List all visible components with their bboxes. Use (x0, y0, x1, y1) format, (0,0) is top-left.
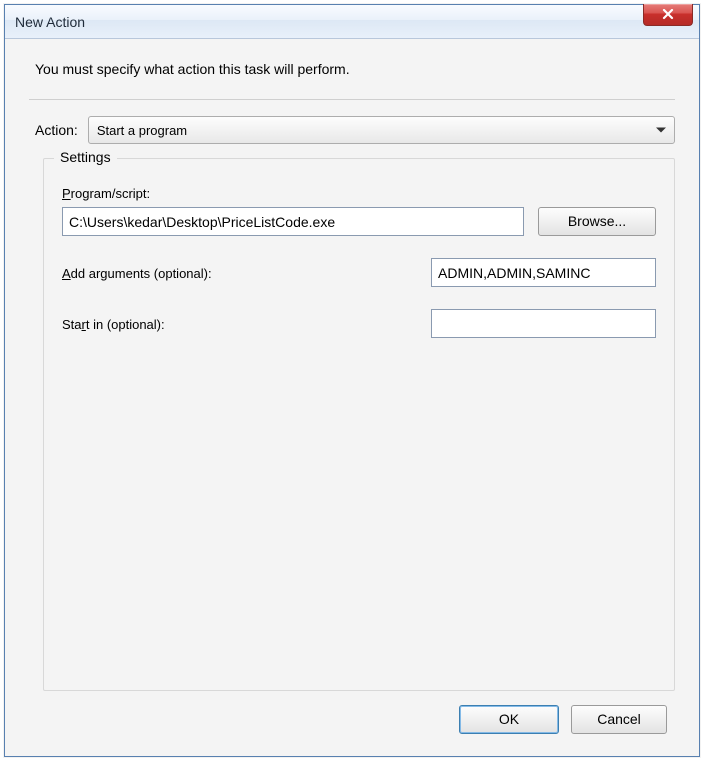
program-label-rest: rogram/script: (71, 186, 150, 201)
arguments-label: Add arguments (optional): (62, 265, 431, 281)
chevron-down-icon (656, 128, 666, 133)
titlebar: New Action (5, 5, 699, 39)
program-label: Program/script: (62, 185, 656, 201)
arguments-label-accel: A (62, 266, 71, 281)
program-row: Browse... (62, 207, 656, 236)
action-label: Action: (35, 122, 78, 138)
action-dropdown[interactable]: Start a program (88, 116, 675, 144)
settings-legend: Settings (54, 149, 117, 165)
startin-label-pre: Sta (62, 317, 82, 332)
arguments-input[interactable] (431, 258, 656, 287)
program-label-accel: P (62, 186, 71, 201)
program-input[interactable] (62, 207, 524, 236)
settings-group: Settings Program/script: Browse... Add a… (43, 158, 675, 691)
ok-button[interactable]: OK (459, 705, 559, 734)
arguments-row: Add arguments (optional): (62, 258, 656, 287)
new-action-dialog: New Action You must specify what action … (4, 4, 700, 757)
close-button[interactable] (643, 4, 693, 26)
startin-label-post: t in (optional): (86, 317, 165, 332)
instruction-text: You must specify what action this task w… (29, 55, 675, 89)
action-dropdown-value: Start a program (97, 123, 187, 138)
browse-button[interactable]: Browse... (538, 207, 656, 236)
window-title: New Action (15, 14, 85, 30)
cancel-button[interactable]: Cancel (571, 705, 667, 734)
button-bar: OK Cancel (29, 691, 675, 740)
startin-input[interactable] (431, 309, 656, 338)
program-field-group: Program/script: Browse... (62, 185, 656, 236)
close-icon (662, 9, 674, 20)
startin-row: Start in (optional): (62, 309, 656, 338)
divider (29, 99, 675, 100)
dialog-content: You must specify what action this task w… (5, 39, 699, 756)
action-row: Action: Start a program (29, 116, 675, 144)
startin-label: Start in (optional): (62, 316, 431, 332)
arguments-label-rest: dd arguments (optional): (71, 266, 212, 281)
